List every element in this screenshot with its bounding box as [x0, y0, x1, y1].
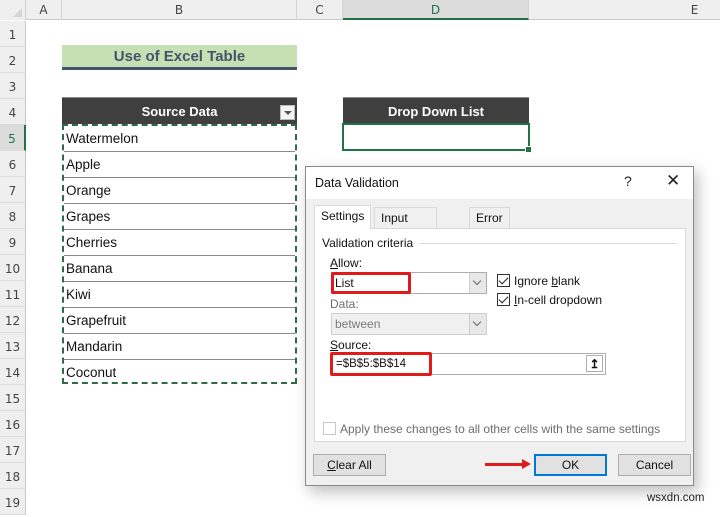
row-header-11[interactable]: 11: [0, 281, 26, 307]
source-data-header-label: Source Data: [141, 104, 218, 119]
table-row[interactable]: Coconut: [64, 360, 295, 386]
validation-criteria-label: Validation criteria: [322, 236, 420, 250]
row-header-9[interactable]: 9: [0, 229, 26, 255]
row-header-16[interactable]: 16: [0, 411, 26, 437]
row-header-1[interactable]: 1: [0, 21, 26, 47]
row-header-14[interactable]: 14: [0, 359, 26, 385]
row-header-17[interactable]: 17: [0, 437, 26, 463]
table-row[interactable]: Grapes: [64, 204, 295, 230]
table-row[interactable]: Mandarin: [64, 334, 295, 360]
allow-highlight-box: [331, 272, 411, 294]
column-header-b[interactable]: B: [62, 0, 297, 20]
filter-dropdown-icon[interactable]: [280, 105, 295, 120]
help-icon[interactable]: ?: [624, 173, 632, 189]
table-row[interactable]: Cherries: [64, 230, 295, 256]
table-row[interactable]: Apple: [64, 152, 295, 178]
table-row[interactable]: Grapefruit: [64, 308, 295, 334]
collapse-dialog-icon[interactable]: ↥: [586, 355, 603, 372]
drop-down-list-cell-selected[interactable]: [342, 123, 532, 153]
ignore-blank-label: Ignore blank: [514, 274, 581, 288]
row-header-5[interactable]: 5: [0, 125, 26, 151]
tab-error-alert[interactable]: Error Alert: [469, 207, 510, 245]
column-header-a[interactable]: A: [26, 0, 62, 20]
row-header-19[interactable]: 19: [0, 489, 26, 515]
table-row[interactable]: Watermelon: [64, 126, 295, 152]
in-cell-dropdown-label: In-cell dropdown: [514, 293, 603, 307]
dialog-titlebar[interactable]: Data Validation ? ✕: [306, 167, 693, 199]
allow-label: Allow:: [330, 256, 363, 270]
drop-down-list-header[interactable]: Drop Down List: [343, 97, 529, 124]
cancel-button[interactable]: Cancel: [618, 454, 691, 476]
source-data-header[interactable]: Source Data: [62, 97, 297, 124]
chevron-down-icon[interactable]: [469, 314, 486, 334]
data-select-value: between: [335, 317, 381, 331]
tab-settings[interactable]: Settings: [314, 205, 372, 229]
apply-all-label: Apply these changes to all other cells w…: [340, 422, 661, 436]
row-header-7[interactable]: 7: [0, 177, 26, 203]
ignore-blank-checkbox[interactable]: [497, 274, 510, 287]
row-header-10[interactable]: 10: [0, 255, 26, 281]
row-header-18[interactable]: 18: [0, 463, 26, 489]
row-header-2[interactable]: 2: [0, 47, 26, 73]
row-header-8[interactable]: 8: [0, 203, 26, 229]
row-header-13[interactable]: 13: [0, 333, 26, 359]
settings-panel: Validation criteria Allow: List Ignore b…: [314, 228, 686, 442]
source-data-range: Watermelon Apple Orange Grapes Cherries …: [62, 124, 297, 384]
source-label: Source:: [330, 338, 372, 352]
column-header-d[interactable]: D: [343, 0, 529, 20]
row-header-12[interactable]: 12: [0, 307, 26, 333]
chevron-down-icon[interactable]: [469, 273, 486, 293]
watermark: wsxdn.com: [647, 492, 705, 504]
sheet-title-cell[interactable]: Use of Excel Table: [62, 45, 297, 70]
tab-input-message[interactable]: Input Message: [374, 207, 437, 245]
row-header-3[interactable]: 3: [0, 73, 26, 99]
column-header-e[interactable]: E: [529, 0, 720, 20]
apply-all-checkbox[interactable]: [323, 422, 336, 435]
row-header-4[interactable]: 4: [0, 99, 26, 125]
clear-all-button[interactable]: Clear All: [313, 454, 386, 476]
data-select[interactable]: between: [331, 313, 487, 335]
red-arrow-annotation-icon: [485, 459, 531, 469]
column-header-c[interactable]: C: [297, 0, 343, 20]
table-row[interactable]: Banana: [64, 256, 295, 282]
source-highlight-box: [330, 352, 432, 376]
row-header-6[interactable]: 6: [0, 151, 26, 177]
close-icon[interactable]: ✕: [666, 171, 680, 191]
in-cell-dropdown-checkbox[interactable]: [497, 293, 510, 306]
row-header-15[interactable]: 15: [0, 385, 26, 411]
table-row[interactable]: Orange: [64, 178, 295, 204]
data-label: Data:: [330, 297, 359, 311]
select-all-corner[interactable]: [0, 0, 26, 20]
data-validation-dialog: Data Validation ? ✕ Settings Input Messa…: [305, 166, 694, 486]
table-row[interactable]: Kiwi: [64, 282, 295, 308]
dialog-title: Data Validation: [315, 176, 399, 190]
ok-button[interactable]: OK: [534, 454, 607, 476]
